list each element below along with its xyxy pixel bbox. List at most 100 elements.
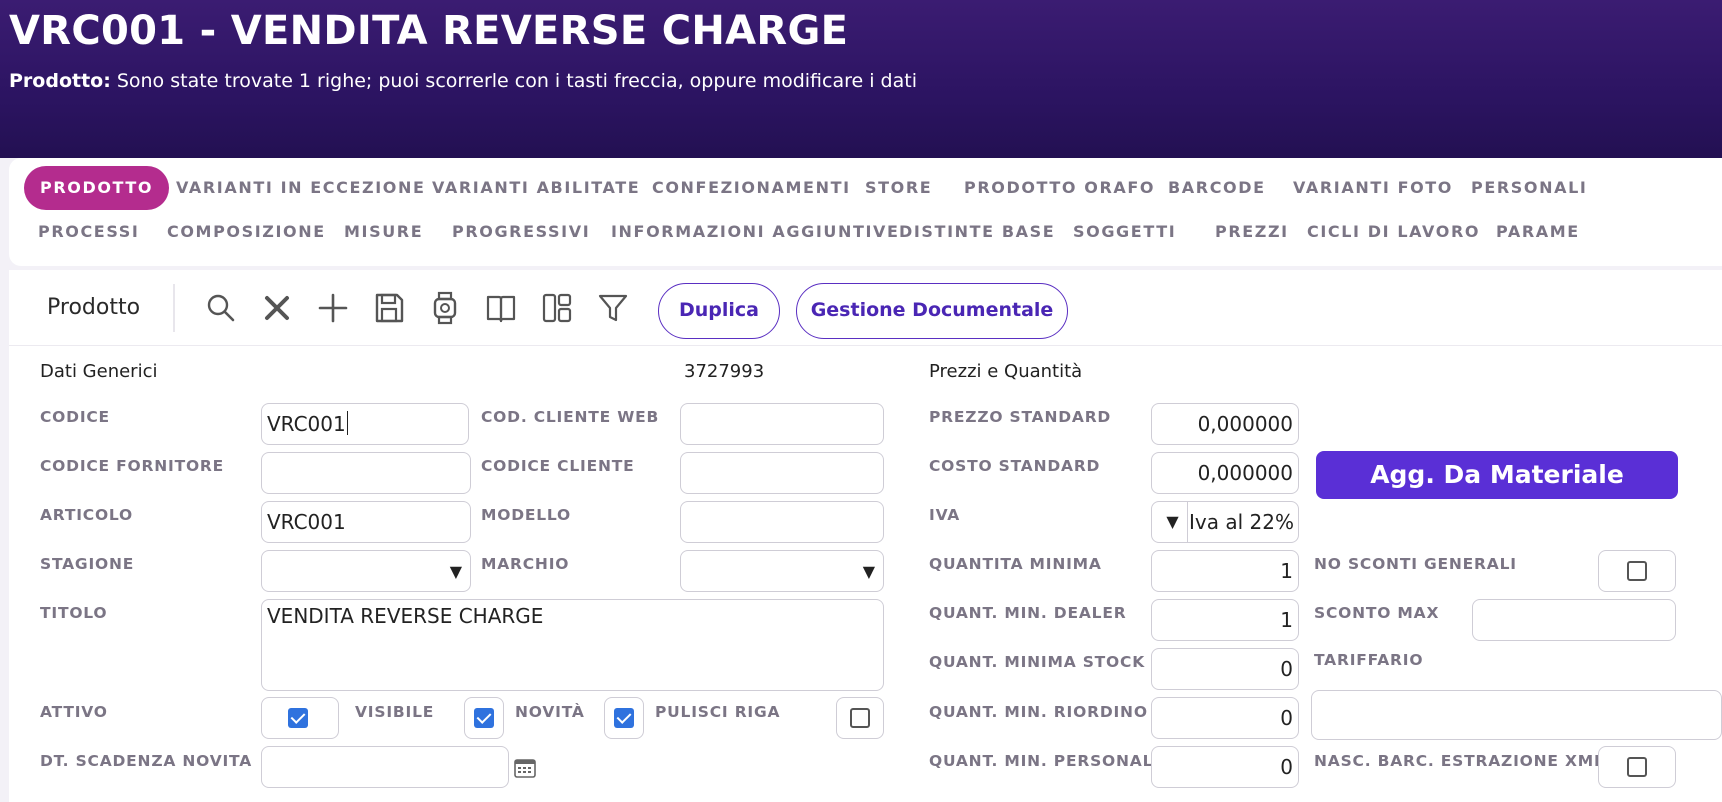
pulisci-riga-checkbox-wrap	[836, 697, 884, 739]
tab-varianti-foto[interactable]: VARIANTI FOTO	[1293, 166, 1453, 210]
codice-input[interactable]: VRC001	[261, 403, 469, 445]
page-header: VRC001 - VENDITA REVERSE CHARGE Prodotto…	[0, 0, 1722, 158]
marchio-select[interactable]: ▼	[680, 550, 884, 592]
articolo-input[interactable]: VRC001	[261, 501, 471, 543]
book-icon[interactable]	[483, 290, 519, 326]
codice-value: VRC001	[267, 412, 346, 436]
tab-composizione[interactable]: COMPOSIZIONE	[167, 210, 326, 254]
tab-soggetti[interactable]: SOGGETTI	[1073, 210, 1176, 254]
cod-cliente-web-input[interactable]	[680, 403, 884, 445]
quantita-minima-input[interactable]: 1	[1151, 550, 1299, 592]
dt-scadenza-label: DT. SCADENZA NOVITA	[40, 752, 253, 770]
tab-prezzi[interactable]: PREZZI	[1215, 210, 1289, 254]
tabs-card: PRODOTTO VARIANTI IN ECCEZIONE VARIANTI …	[9, 158, 1722, 266]
prezzo-standard-label: PREZZO STANDARD	[929, 408, 1112, 426]
tab-informazioni-aggiuntive[interactable]: INFORMAZIONI AGGIUNTIVE	[611, 210, 900, 254]
toolbar: Prodotto Duplica Gestione Documentale	[9, 270, 1722, 346]
attivo-label: ATTIVO	[40, 703, 108, 721]
titolo-label: TITOLO	[40, 604, 108, 622]
iva-select[interactable]: ▼ Iva al 22%	[1151, 501, 1299, 543]
costo-standard-input[interactable]: 0,000000	[1151, 452, 1299, 494]
page-title: VRC001 - VENDITA REVERSE CHARGE	[9, 8, 849, 54]
save-icon[interactable]	[371, 290, 407, 326]
tab-misure[interactable]: MISURE	[344, 210, 423, 254]
duplica-button[interactable]: Duplica	[658, 283, 780, 339]
calendar-icon[interactable]	[514, 758, 536, 778]
tab-prodotto[interactable]: PRODOTTO	[24, 166, 170, 210]
prezzo-standard-input[interactable]: 0,000000	[1151, 403, 1299, 445]
nasc-barc-checkbox[interactable]	[1627, 757, 1647, 777]
subtitle-label: Prodotto:	[9, 70, 111, 92]
chevron-down-icon: ▼	[449, 562, 462, 581]
tab-barcode[interactable]: BARCODE	[1168, 166, 1266, 210]
codice-fornitore-label: CODICE FORNITORE	[40, 457, 225, 475]
close-icon[interactable]	[259, 290, 295, 326]
quant-min-riordino-label: QUANT. MIN. RIORDINO	[929, 703, 1148, 721]
chevron-down-icon: ▼	[1158, 502, 1188, 542]
text-caret	[346, 411, 349, 435]
tab-personali[interactable]: PERSONALI	[1471, 166, 1587, 210]
prezzi-quantita-title: Prezzi e Quantità	[929, 361, 1083, 382]
tab-distinte-base[interactable]: DISTINTE BASE	[899, 210, 1055, 254]
gestione-documentale-button[interactable]: Gestione Documentale	[796, 283, 1068, 339]
novita-checkbox[interactable]	[614, 708, 634, 728]
visibile-checkbox-wrap	[464, 697, 504, 739]
tab-varianti-in-eccezione[interactable]: VARIANTI IN ECCEZIONE	[176, 166, 426, 210]
codice-label: CODICE	[40, 408, 110, 426]
sconto-max-input[interactable]	[1472, 599, 1676, 641]
subtitle-text: Sono state trovate 1 righe; puoi scorrer…	[116, 70, 917, 92]
no-sconti-label: NO SCONTI GENERALI	[1314, 555, 1517, 573]
watch-icon[interactable]	[427, 290, 463, 326]
sconto-max-label: SCONTO MAX	[1314, 604, 1440, 622]
pulisci-riga-label: PULISCI RIGA	[655, 703, 781, 721]
iva-value: Iva al 22%	[1189, 510, 1294, 534]
page-subtitle: Prodotto: Sono state trovate 1 righe; puo…	[9, 70, 917, 92]
codice-fornitore-input[interactable]	[261, 452, 471, 494]
search-icon[interactable]	[203, 290, 239, 326]
titolo-textarea[interactable]: VENDITA REVERSE CHARGE	[261, 599, 884, 691]
iva-label: IVA	[929, 506, 961, 524]
tab-confezionamenti[interactable]: CONFEZIONAMENTI	[652, 166, 851, 210]
stagione-label: STAGIONE	[40, 555, 135, 573]
chevron-down-icon: ▼	[862, 562, 875, 581]
stagione-select[interactable]: ▼	[261, 550, 471, 592]
no-sconti-checkbox[interactable]	[1627, 561, 1647, 581]
tariffario-input[interactable]	[1311, 690, 1722, 740]
tab-store[interactable]: STORE	[865, 166, 932, 210]
tab-cicli-di-lavoro[interactable]: CICLI DI LAVORO	[1307, 210, 1480, 254]
record-id: 3727993	[684, 361, 765, 382]
attivo-checkbox-wrap	[261, 697, 339, 739]
modello-label: MODELLO	[481, 506, 572, 524]
tab-prodotto-orafo[interactable]: PRODOTTO ORAFO	[964, 166, 1155, 210]
codice-cliente-label: CODICE CLIENTE	[481, 457, 635, 475]
toolbar-separator	[173, 284, 175, 332]
plus-icon[interactable]	[315, 290, 351, 326]
quant-minima-stock-input[interactable]: 0	[1151, 648, 1299, 690]
quant-min-personal-input[interactable]: 0	[1151, 746, 1299, 788]
tab-varianti-abilitate[interactable]: VARIANTI ABILITATE	[432, 166, 640, 210]
quant-min-riordino-input[interactable]: 0	[1151, 697, 1299, 739]
attivo-checkbox[interactable]	[288, 708, 308, 728]
codice-cliente-input[interactable]	[680, 452, 884, 494]
no-sconti-checkbox-wrap	[1598, 550, 1676, 592]
filter-icon[interactable]	[595, 290, 631, 326]
articolo-label: ARTICOLO	[40, 506, 134, 524]
visibile-checkbox[interactable]	[474, 708, 494, 728]
marchio-label: MARCHIO	[481, 555, 570, 573]
novita-label: NOVITÀ	[515, 703, 585, 721]
quantita-minima-label: QUANTITA MINIMA	[929, 555, 1102, 573]
pulisci-riga-checkbox[interactable]	[850, 708, 870, 728]
tab-parame[interactable]: PARAME	[1496, 210, 1580, 254]
dati-generici-title: Dati Generici	[40, 361, 158, 382]
dt-scadenza-input[interactable]	[261, 746, 509, 788]
visibile-label: VISIBILE	[355, 703, 435, 721]
product-form: Dati Generici 3727993 CODICE VRC001 COD.…	[9, 346, 1722, 802]
modello-input[interactable]	[680, 501, 884, 543]
layout-icon[interactable]	[539, 290, 575, 326]
tab-progressivi[interactable]: PROGRESSIVI	[452, 210, 590, 254]
agg-da-materiale-button[interactable]: Agg. Da Materiale	[1316, 451, 1678, 499]
tab-processi[interactable]: PROCESSI	[38, 210, 139, 254]
quant-min-personal-label: QUANT. MIN. PERSONAL.	[929, 752, 1160, 770]
quant-min-dealer-input[interactable]: 1	[1151, 599, 1299, 641]
nasc-barc-label: NASC. BARC. ESTRAZIONE XML	[1314, 752, 1605, 770]
